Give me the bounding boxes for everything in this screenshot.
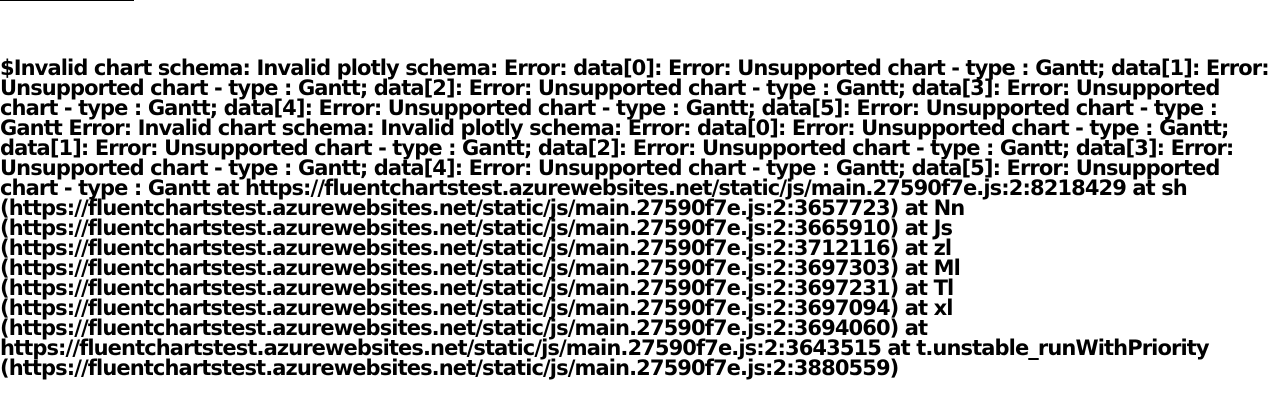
error-page: $Invalid chart schema: Invalid plotly sc… xyxy=(0,0,1280,420)
error-message: $Invalid chart schema: Invalid plotly sc… xyxy=(0,56,1270,380)
top-divider xyxy=(0,0,134,1)
